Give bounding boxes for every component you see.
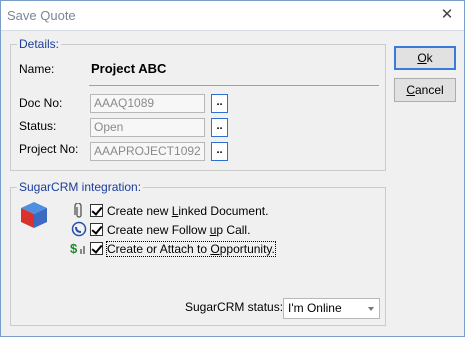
follow-up-call-checkbox[interactable]	[90, 223, 103, 236]
opportunity-checkbox[interactable]	[90, 242, 103, 255]
name-value: Project ABC	[91, 61, 167, 76]
doc-no-browse-button[interactable]: ..	[211, 94, 228, 113]
project-no-label: Project No:	[19, 142, 79, 156]
opportunity-label[interactable]: Create or Attach to Opportunity.	[106, 241, 276, 257]
details-separator	[89, 85, 379, 86]
cancel-button[interactable]: Cancel	[394, 78, 456, 102]
follow-up-call-label[interactable]: Create new Follow up Call.	[107, 223, 250, 237]
chevron-down-icon	[368, 307, 374, 311]
sugarcrm-cube-icon	[21, 202, 47, 228]
sugarcrm-group: SugarCRM integration: Create new Linked …	[10, 180, 386, 326]
details-group-title: Details:	[17, 37, 62, 51]
linked-document-label[interactable]: Create new Linked Document.	[107, 204, 268, 218]
doc-no-label: Doc No:	[19, 96, 63, 110]
status-field[interactable]: Open	[90, 118, 205, 137]
paperclip-icon	[74, 203, 82, 218]
dollar-chart-icon: $	[70, 241, 85, 256]
status-label: Status:	[19, 119, 57, 133]
sugarcrm-status-value: I'm Online	[288, 301, 342, 315]
svg-text:$: $	[70, 241, 78, 256]
doc-no-field[interactable]: AAAQ1089	[90, 94, 205, 113]
details-group: Details: Name: Project ABC Doc No: AAAQ1…	[10, 37, 386, 171]
window-title: Save Quote	[7, 8, 76, 23]
linked-document-checkbox[interactable]	[90, 204, 103, 217]
phone-call-icon	[71, 221, 87, 237]
ok-button[interactable]: Ok	[394, 46, 456, 70]
status-browse-button[interactable]: ..	[211, 118, 228, 137]
sugarcrm-group-title: SugarCRM integration:	[17, 180, 144, 194]
save-quote-dialog: Save Quote ✕ Details: Name: Project ABC …	[0, 0, 465, 337]
title-bar: Save Quote ✕	[1, 1, 464, 31]
close-icon[interactable]: ✕	[438, 6, 456, 24]
name-label: Name:	[19, 62, 55, 76]
project-no-field[interactable]: AAAPROJECT1092	[90, 142, 205, 161]
sugarcrm-status-select[interactable]: I'm Online	[283, 298, 380, 319]
sugarcrm-status-label: SugarCRM status:	[185, 300, 284, 314]
project-no-browse-button[interactable]: ..	[211, 142, 228, 161]
